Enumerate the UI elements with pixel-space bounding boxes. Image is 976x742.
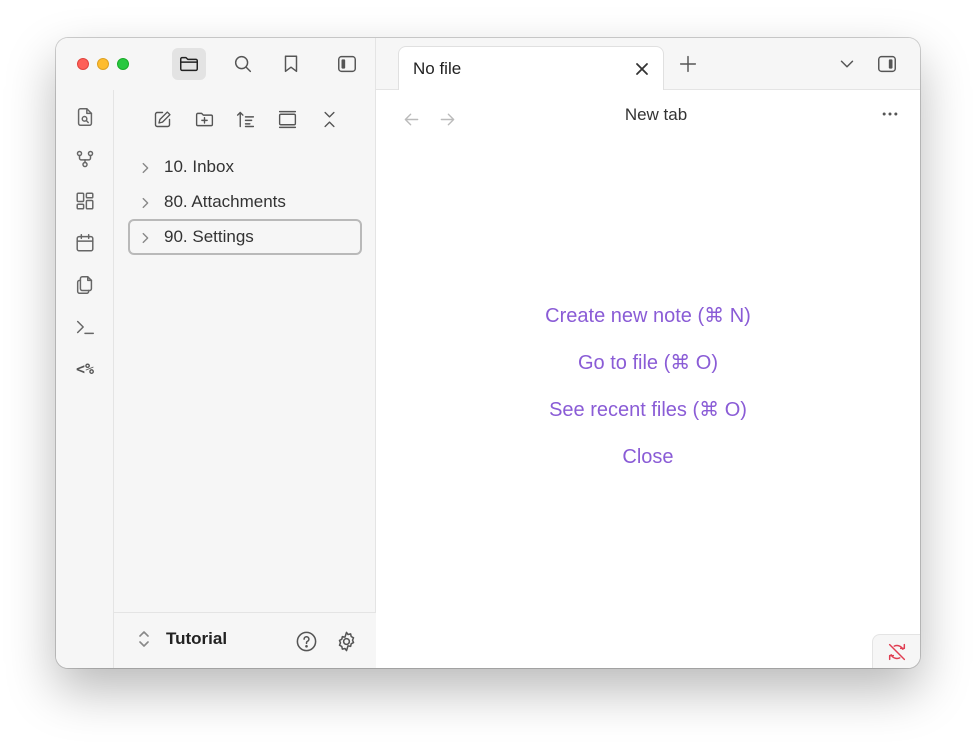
folder-item[interactable]: 10. Inbox: [128, 149, 362, 185]
help-icon: [296, 631, 316, 651]
search-icon: [234, 55, 252, 73]
folder-icon: [180, 56, 198, 72]
folder-label: 90. Settings: [164, 227, 254, 246]
settings-button[interactable]: [332, 627, 360, 655]
copy-icon: [76, 276, 93, 294]
create-new-note-link[interactable]: Create new note (⌘ N): [545, 304, 751, 351]
close-window-button[interactable]: [77, 58, 89, 70]
change-view-button[interactable]: [272, 104, 302, 134]
view-title: New tab: [624, 105, 688, 124]
app-window: <% 10. Inbox 80. Attachments 90. Setting…: [56, 38, 920, 668]
vault-footer: Tutorial: [114, 612, 376, 668]
tab-close-button[interactable]: [631, 58, 653, 80]
file-explorer-tab-button[interactable]: [172, 48, 206, 80]
tab-active[interactable]: No file: [398, 46, 664, 91]
ribbon-quick-switcher[interactable]: [68, 100, 102, 134]
tab-bar: No file: [376, 38, 920, 91]
chevron-down-icon: [840, 60, 854, 68]
view-header: New tab: [376, 90, 920, 138]
file-explorer: 10. Inbox 80. Attachments 90. Settings: [114, 90, 376, 668]
gear-icon: [338, 631, 354, 651]
new-note-icon: [154, 110, 171, 127]
graph-icon: [76, 150, 94, 168]
ribbon-graph-view[interactable]: [68, 142, 102, 176]
close-icon: [636, 63, 648, 75]
ribbon-canvas[interactable]: [68, 184, 102, 218]
close-tab-link[interactable]: Close: [622, 445, 673, 492]
sidebar-right-icon: [878, 55, 896, 73]
templater-icon: <%: [75, 360, 95, 378]
ribbon-templater[interactable]: <%: [68, 352, 102, 386]
more-horizontal-icon: [882, 112, 898, 116]
chevron-right-icon: [138, 160, 152, 174]
toggle-left-sidebar-button[interactable]: [330, 48, 364, 80]
calendar-icon: [76, 234, 94, 252]
tab-title: No file: [413, 59, 462, 78]
go-to-file-link[interactable]: Go to file (⌘ O): [578, 351, 718, 398]
more-options-button[interactable]: [876, 100, 904, 128]
chevron-right-icon: [138, 230, 152, 244]
toggle-right-sidebar-button[interactable]: [873, 50, 901, 78]
sync-off-icon: [888, 643, 905, 660]
vault-name: Tutorial: [166, 629, 228, 648]
see-recent-files-link[interactable]: See recent files (⌘ O): [549, 398, 747, 445]
bookmarks-tab-button[interactable]: [274, 48, 308, 80]
ribbon-daily-note[interactable]: [68, 226, 102, 260]
sidebar-toggle-icon: [338, 55, 356, 73]
chevrons-up-down-icon: [139, 631, 149, 647]
vault-switcher[interactable]: Tutorial: [136, 629, 227, 649]
new-folder-icon: [195, 112, 213, 126]
dashboard-icon: [76, 192, 94, 210]
new-tab-button[interactable]: [674, 50, 702, 78]
collapse-all-button[interactable]: [314, 104, 344, 134]
ribbon-templates[interactable]: [68, 268, 102, 302]
zoom-window-button[interactable]: [117, 58, 129, 70]
ribbon: <%: [56, 90, 114, 668]
ribbon-command-palette[interactable]: [68, 310, 102, 344]
sort-button[interactable]: [230, 104, 260, 134]
new-folder-button[interactable]: [189, 104, 219, 134]
file-search-icon: [77, 108, 93, 126]
search-tab-button[interactable]: [226, 48, 260, 80]
help-button[interactable]: [292, 627, 320, 655]
chevron-right-icon: [138, 195, 152, 209]
bookmark-icon: [284, 55, 298, 73]
collapse-view-icon: [278, 110, 296, 128]
tab-list-button[interactable]: [833, 50, 861, 78]
plus-icon: [679, 55, 697, 73]
empty-state-actions: Create new note (⌘ N) Go to file (⌘ O) S…: [376, 304, 920, 492]
minimize-window-button[interactable]: [97, 58, 109, 70]
terminal-icon: [76, 320, 94, 335]
new-note-button[interactable]: [147, 104, 177, 134]
folder-item[interactable]: 80. Attachments: [128, 184, 362, 220]
collapse-all-icon: [323, 111, 335, 127]
folder-label: 80. Attachments: [164, 192, 286, 211]
sort-icon: [236, 111, 254, 127]
sync-status-button[interactable]: [872, 634, 920, 668]
folder-label: 10. Inbox: [164, 157, 234, 176]
sidebar-titlebar: [56, 38, 376, 90]
folder-item-selected[interactable]: 90. Settings: [128, 219, 362, 255]
